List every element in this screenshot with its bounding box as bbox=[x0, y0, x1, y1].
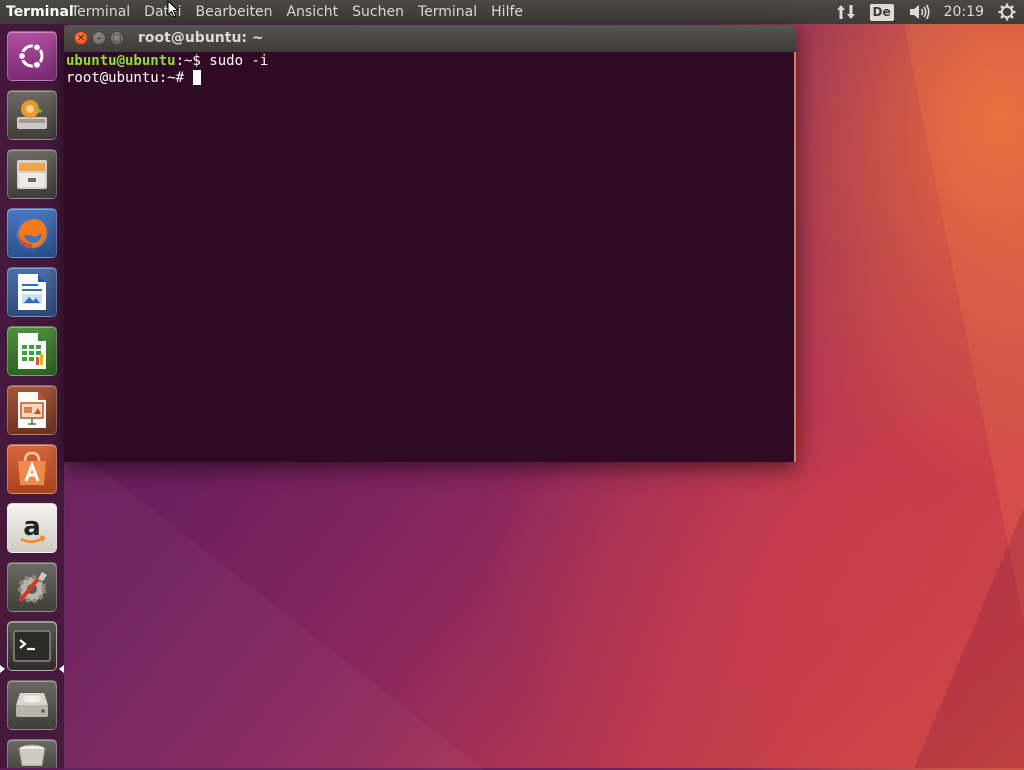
ubuntu-software-button[interactable] bbox=[7, 444, 57, 494]
installer-icon bbox=[12, 95, 52, 135]
minimize-window-button[interactable]: – bbox=[92, 31, 106, 45]
terminal-line: root@ubuntu:~# bbox=[66, 70, 792, 87]
focused-indicator bbox=[59, 665, 64, 673]
trash-icon bbox=[14, 742, 50, 766]
menu-suchen[interactable]: Suchen bbox=[345, 0, 411, 24]
file-cabinet-icon bbox=[13, 155, 51, 193]
menu-terminal-2[interactable]: Terminal bbox=[411, 0, 484, 24]
writer-icon bbox=[14, 272, 50, 312]
hard-drive-icon bbox=[12, 687, 52, 723]
keyboard-layout-indicator[interactable]: De bbox=[869, 3, 894, 21]
window-title: root@ubuntu: ~ bbox=[138, 30, 264, 46]
amazon-button[interactable]: a bbox=[7, 503, 57, 553]
mouse-pointer-icon bbox=[167, 0, 180, 22]
keyboard-layout-label: De bbox=[869, 3, 894, 21]
close-icon: ✕ bbox=[76, 33, 86, 44]
trash-button[interactable] bbox=[7, 739, 57, 768]
wallpaper-facet bbox=[904, 24, 1024, 624]
close-window-button[interactable]: ✕ bbox=[74, 31, 88, 45]
amazon-icon: a bbox=[14, 510, 50, 546]
dash-home-button[interactable] bbox=[7, 31, 57, 81]
software-center-icon bbox=[12, 449, 52, 489]
menu-datei[interactable]: Datei bbox=[137, 0, 188, 24]
clock[interactable]: 20:19 bbox=[944, 0, 984, 24]
settings-tools-icon bbox=[12, 567, 52, 607]
terminal-button[interactable] bbox=[7, 621, 57, 671]
power-gear-icon[interactable] bbox=[998, 3, 1016, 21]
running-indicator bbox=[0, 665, 5, 673]
launcher: a bbox=[0, 24, 65, 768]
terminal-output[interactable]: ubuntu@ubuntu:~$ sudo -i root@ubuntu:~# bbox=[64, 52, 796, 462]
terminal-line: ubuntu@ubuntu:~$ sudo -i bbox=[66, 53, 792, 70]
calc-icon bbox=[14, 331, 50, 371]
menu-terminal[interactable]: Terminal bbox=[64, 0, 137, 24]
terminal-window: ✕ – □ root@ubuntu: ~ ubuntu@ubuntu:~$ su… bbox=[64, 25, 796, 462]
svg-text:a: a bbox=[23, 512, 41, 542]
disk-drive-button[interactable] bbox=[7, 680, 57, 730]
text-cursor bbox=[193, 70, 202, 85]
indicator-area: De 20:19 bbox=[836, 0, 1024, 24]
install-ubuntu-button[interactable] bbox=[7, 90, 57, 140]
menu-hilfe[interactable]: Hilfe bbox=[484, 0, 530, 24]
minimize-icon: – bbox=[96, 33, 102, 44]
ubuntu-logo-icon bbox=[14, 38, 50, 74]
top-panel: Terminal Terminal Datei Bearbeiten Ansic… bbox=[0, 0, 1024, 24]
global-menu: Terminal Datei Bearbeiten Ansicht Suchen… bbox=[64, 0, 530, 24]
libreoffice-calc-button[interactable] bbox=[7, 326, 57, 376]
firefox-button[interactable] bbox=[7, 208, 57, 258]
prompt-path: :~$ bbox=[175, 53, 201, 69]
network-updown-icon[interactable] bbox=[836, 3, 856, 21]
libreoffice-writer-button[interactable] bbox=[7, 267, 57, 317]
prompt-user-host: ubuntu@ubuntu bbox=[66, 53, 176, 69]
impress-icon bbox=[14, 390, 50, 430]
terminal-icon bbox=[12, 628, 52, 664]
wallpaper-facet bbox=[64, 440, 484, 770]
menu-ansicht[interactable]: Ansicht bbox=[279, 0, 345, 24]
firefox-icon bbox=[12, 213, 52, 253]
volume-icon[interactable] bbox=[908, 3, 930, 21]
menu-bearbeiten[interactable]: Bearbeiten bbox=[189, 0, 280, 24]
libreoffice-impress-button[interactable] bbox=[7, 385, 57, 435]
wallpaper-facet bbox=[914, 508, 1024, 768]
command-text: sudo -i bbox=[200, 53, 269, 69]
root-prompt: root@ubuntu:~# bbox=[66, 70, 193, 86]
system-settings-button[interactable] bbox=[7, 562, 57, 612]
files-button[interactable] bbox=[7, 149, 57, 199]
maximize-window-button[interactable]: □ bbox=[110, 31, 124, 45]
maximize-icon: □ bbox=[112, 33, 122, 44]
window-titlebar[interactable]: ✕ – □ root@ubuntu: ~ bbox=[64, 25, 796, 52]
